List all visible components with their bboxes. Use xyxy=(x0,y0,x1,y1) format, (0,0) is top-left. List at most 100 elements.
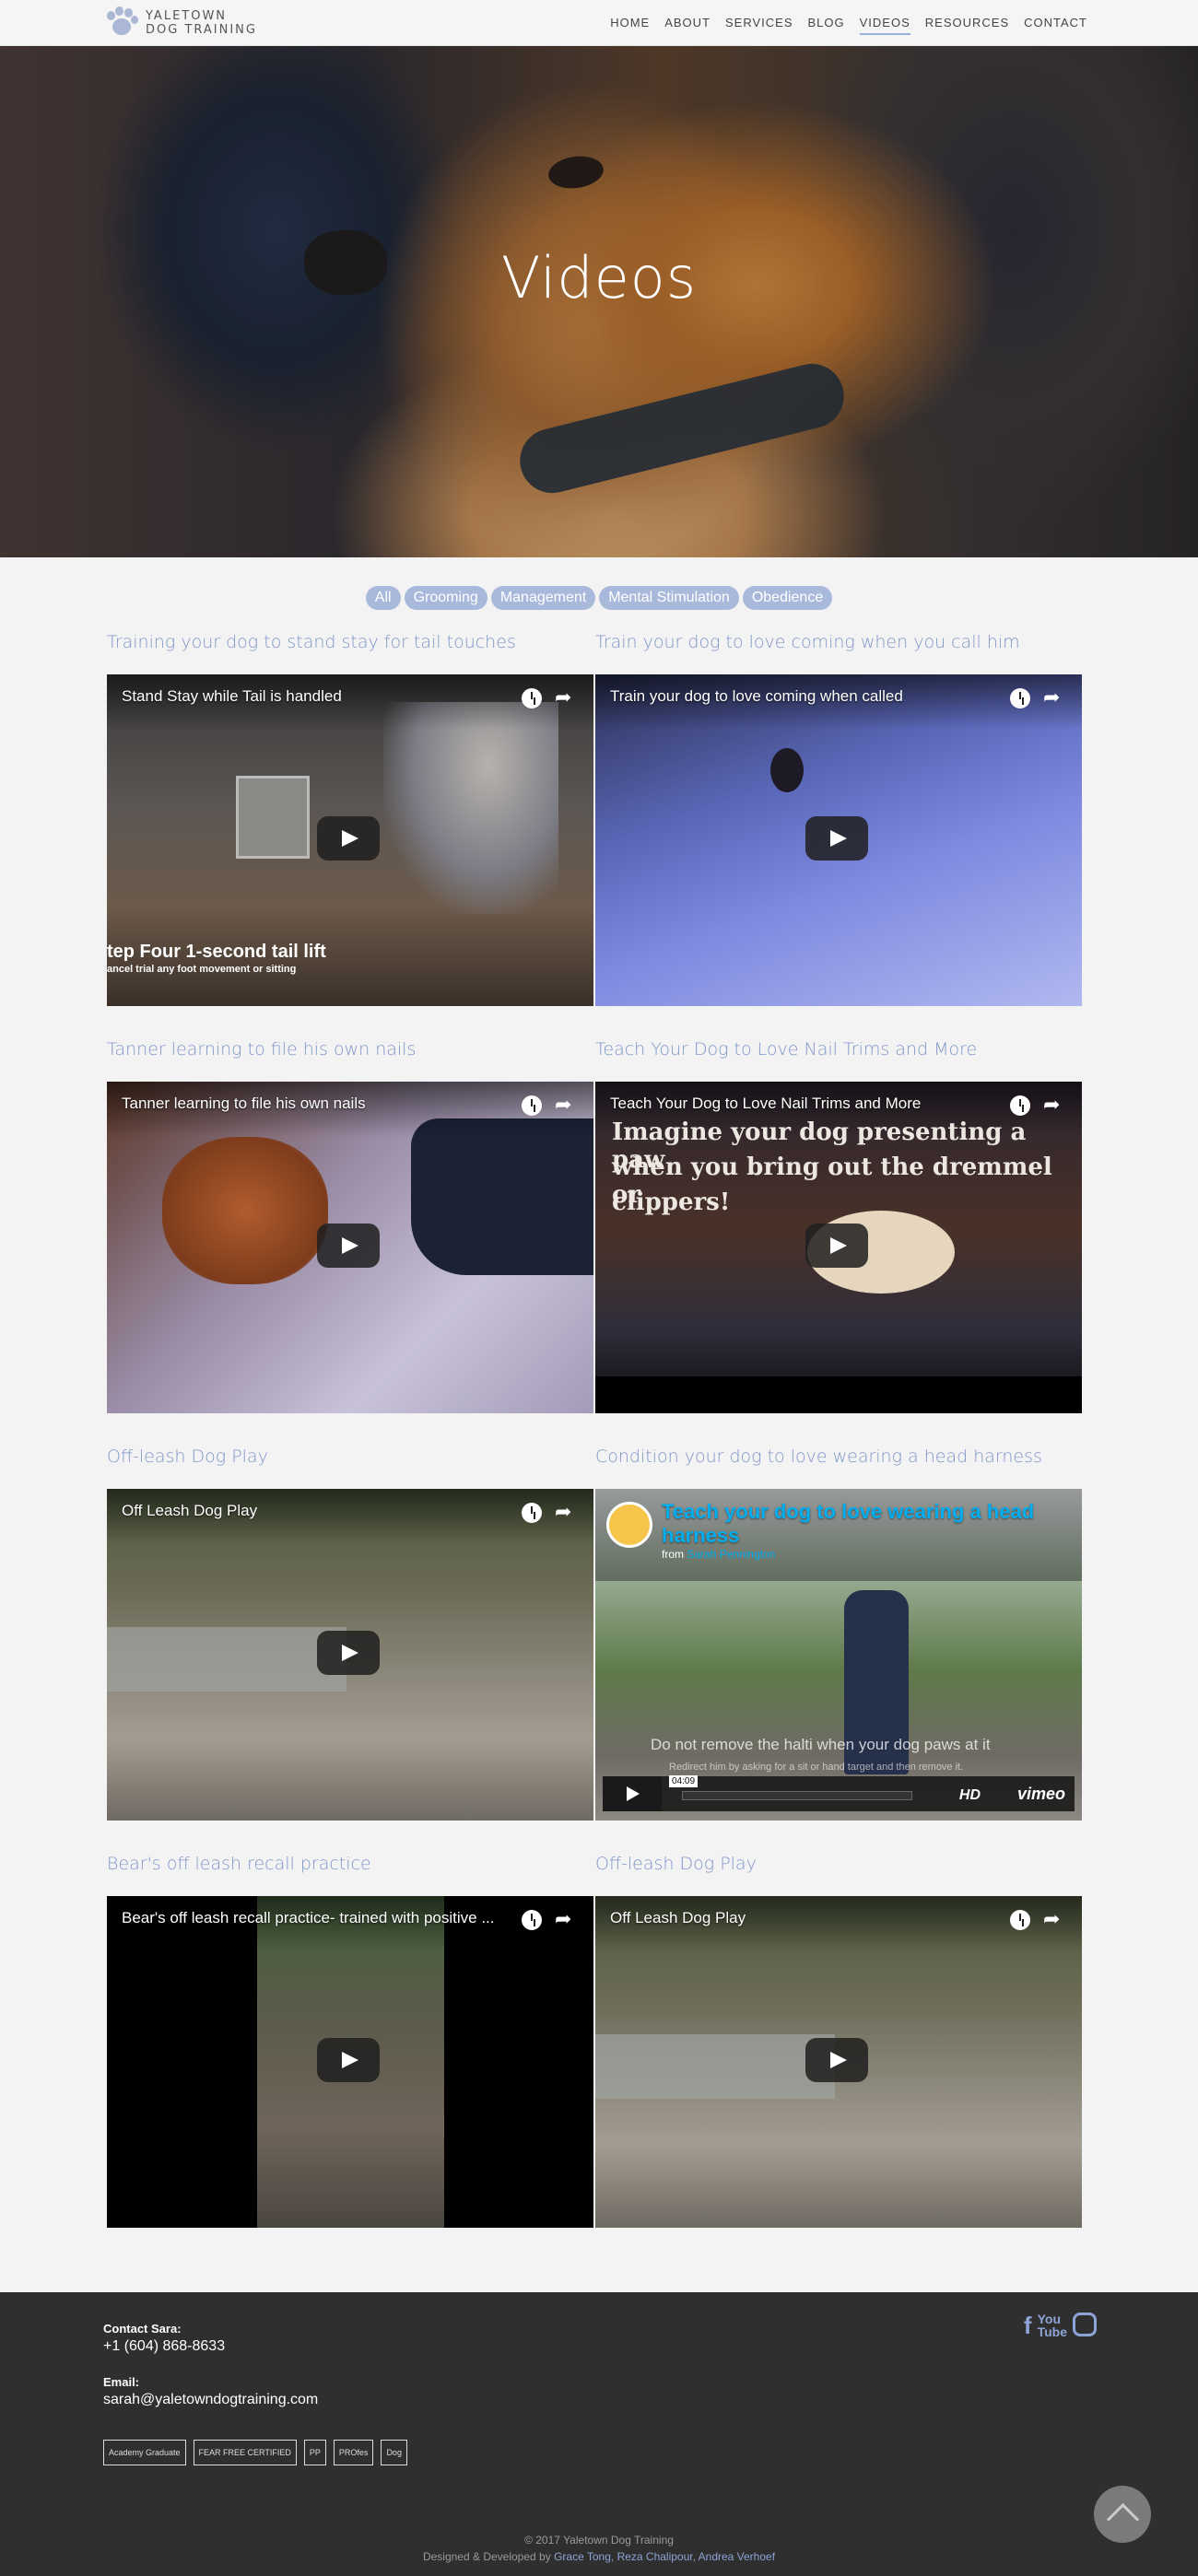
watch-later-icon[interactable] xyxy=(1010,1095,1030,1116)
share-icon[interactable]: ➦ xyxy=(555,1094,577,1116)
from-label: from xyxy=(662,1548,684,1561)
video-heading[interactable]: Condition your dog to love wearing a hea… xyxy=(595,1446,1042,1467)
video-title[interactable]: Train your dog to love coming when calle… xyxy=(610,687,903,706)
instagram-icon[interactable] xyxy=(1073,2313,1097,2336)
video-player[interactable]: Teach Your Dog to Love Nail Trims and Mo… xyxy=(595,1082,1082,1413)
video-heading[interactable]: Tanner learning to file his own nails xyxy=(107,1039,416,1060)
video-heading[interactable]: Off-leash Dog Play xyxy=(107,1446,268,1467)
video-title[interactable]: Bear's off leash recall practice- traine… xyxy=(122,1909,495,1927)
video-player[interactable]: Off Leash Dog Play ➦ xyxy=(595,1896,1082,2228)
filter-management[interactable]: Management xyxy=(490,586,596,610)
play-icon[interactable] xyxy=(317,2038,380,2082)
watch-later-icon[interactable] xyxy=(522,688,542,708)
nav-home[interactable]: HOME xyxy=(603,0,657,46)
watch-later-icon[interactable] xyxy=(522,1910,542,1930)
nav-resources[interactable]: RESOURCES xyxy=(918,0,1016,46)
paw-icon xyxy=(103,6,138,41)
video-player[interactable]: Train your dog to love coming when calle… xyxy=(595,674,1082,1006)
video-title[interactable]: Off Leash Dog Play xyxy=(122,1502,257,1520)
contact-label: Contact Sara: xyxy=(103,2322,182,2336)
vimeo-logo[interactable]: vimeo xyxy=(1017,1785,1065,1804)
nav-contact[interactable]: CONTACT xyxy=(1016,0,1095,46)
vimeo-video-title[interactable]: Teach your dog to love wearing a head ha… xyxy=(662,1500,1049,1548)
nav-videos[interactable]: VIDEOS xyxy=(852,0,918,46)
watch-later-icon[interactable] xyxy=(522,1503,542,1523)
vimeo-player[interactable]: Teach your dog to love wearing a head ha… xyxy=(595,1489,1082,1821)
hd-toggle[interactable]: HD xyxy=(959,1787,981,1804)
video-title[interactable]: Teach Your Dog to Love Nail Trims and Mo… xyxy=(610,1095,921,1113)
filter-mental-stimulation[interactable]: Mental Stimulation xyxy=(599,586,739,610)
video-title[interactable]: Tanner learning to file his own nails xyxy=(122,1095,366,1113)
video-title[interactable]: Off Leash Dog Play xyxy=(610,1909,746,1927)
video-heading[interactable]: Train your dog to love coming when you c… xyxy=(595,632,1020,652)
share-icon[interactable]: ➦ xyxy=(1043,1908,1065,1930)
watch-later-icon[interactable] xyxy=(522,1095,542,1116)
video-heading[interactable]: Teach Your Dog to Love Nail Trims and Mo… xyxy=(595,1039,977,1060)
badge-fear-free: FEAR FREE CERTIFIED xyxy=(193,2440,297,2465)
avatar[interactable] xyxy=(606,1502,652,1548)
site-footer: Contact Sara: +1 (604) 868-8633 Email: s… xyxy=(0,2292,1198,2576)
play-icon[interactable] xyxy=(317,816,380,861)
author-link[interactable]: Sarah Pennington xyxy=(687,1548,775,1561)
video-caption: tep Four 1-second tail lift xyxy=(107,942,326,962)
play-icon[interactable] xyxy=(805,816,868,861)
play-icon[interactable] xyxy=(805,2038,868,2082)
credits-prefix: Designed & Developed by xyxy=(422,2550,551,2563)
video-player[interactable]: Stand Stay while Tail is handled ➦ tep F… xyxy=(107,674,593,1006)
credit-link[interactable]: Grace Tong xyxy=(554,2550,611,2563)
page-title: Videos xyxy=(500,244,697,311)
watch-later-icon[interactable] xyxy=(1010,688,1030,708)
play-icon[interactable] xyxy=(317,1224,380,1268)
video-caption: clippers! xyxy=(612,1188,731,1216)
video-caption-sub: ancel trial any foot movement or sitting xyxy=(107,964,297,975)
progress-track[interactable] xyxy=(682,1791,912,1800)
badge-academy: Academy Graduate xyxy=(103,2440,186,2465)
phone-number[interactable]: +1 (604) 868-8633 xyxy=(103,2338,225,2355)
credits: Designed & Developed by Grace Tong, Reza… xyxy=(422,2550,776,2563)
share-icon[interactable]: ➦ xyxy=(555,1501,577,1523)
nav-services[interactable]: SERVICES xyxy=(718,0,801,46)
category-filters: All Grooming Management Mental Stimulati… xyxy=(0,586,1198,610)
video-player[interactable]: Off Leash Dog Play ➦ xyxy=(107,1489,593,1821)
video-caption: Do not remove the halti when your dog pa… xyxy=(651,1736,991,1753)
badge-dog: Dog xyxy=(381,2440,407,2465)
certification-badges: Academy Graduate FEAR FREE CERTIFIED PP … xyxy=(103,2440,407,2465)
top-navbar: YALETOWN DOG TRAINING HOME ABOUT SERVICE… xyxy=(0,0,1198,46)
badge-profes: PROfes xyxy=(333,2440,374,2465)
share-icon[interactable]: ➦ xyxy=(555,686,577,708)
credit-link[interactable]: Andrea Verhoef xyxy=(699,2550,775,2563)
email-address[interactable]: sarah@yaletowndogtraining.com xyxy=(103,2392,318,2408)
main-menu: HOME ABOUT SERVICES BLOG VIDEOS RESOURCE… xyxy=(603,0,1095,46)
credit-link[interactable]: Reza Chalipour xyxy=(617,2550,693,2563)
video-heading[interactable]: Off-leash Dog Play xyxy=(595,1854,757,1874)
video-player[interactable]: Tanner learning to file his own nails ➦ xyxy=(107,1082,593,1413)
filter-all[interactable]: All xyxy=(365,586,401,610)
play-icon[interactable] xyxy=(317,1631,380,1675)
video-caption-sub: Redirect him by asking for a sit or hand… xyxy=(669,1762,964,1773)
share-icon[interactable]: ➦ xyxy=(1043,1094,1065,1116)
share-icon[interactable]: ➦ xyxy=(555,1908,577,1930)
nav-blog[interactable]: BLOG xyxy=(801,0,852,46)
brand-line2: DOG TRAINING xyxy=(146,23,257,37)
email-label: Email: xyxy=(103,2375,140,2389)
play-icon[interactable] xyxy=(805,1224,868,1268)
watch-later-icon[interactable] xyxy=(1010,1910,1030,1930)
facebook-icon[interactable]: f xyxy=(1024,2313,1032,2338)
copyright: © 2017 Yaletown Dog Training xyxy=(524,2534,674,2547)
social-links: f You Tube xyxy=(1024,2313,1097,2338)
filter-grooming[interactable]: Grooming xyxy=(404,586,487,610)
video-heading[interactable]: Training your dog to stand stay for tail… xyxy=(107,632,516,652)
hero-banner: Videos xyxy=(0,46,1198,557)
share-icon[interactable]: ➦ xyxy=(1043,686,1065,708)
video-player[interactable]: Bear's off leash recall practice- traine… xyxy=(107,1896,593,2228)
nav-about[interactable]: ABOUT xyxy=(657,0,718,46)
video-title[interactable]: Stand Stay while Tail is handled xyxy=(122,687,342,706)
site-logo[interactable]: YALETOWN DOG TRAINING xyxy=(103,6,257,41)
badge-pp: PP xyxy=(303,2440,326,2465)
play-icon[interactable] xyxy=(603,1776,662,1811)
filter-obedience[interactable]: Obedience xyxy=(742,586,833,610)
time-readout: 04:09 xyxy=(669,1775,699,1787)
video-heading[interactable]: Bear's off leash recall practice xyxy=(107,1854,371,1874)
youtube-icon[interactable]: You Tube xyxy=(1038,2313,1067,2338)
brand-line1: YALETOWN xyxy=(146,9,228,23)
